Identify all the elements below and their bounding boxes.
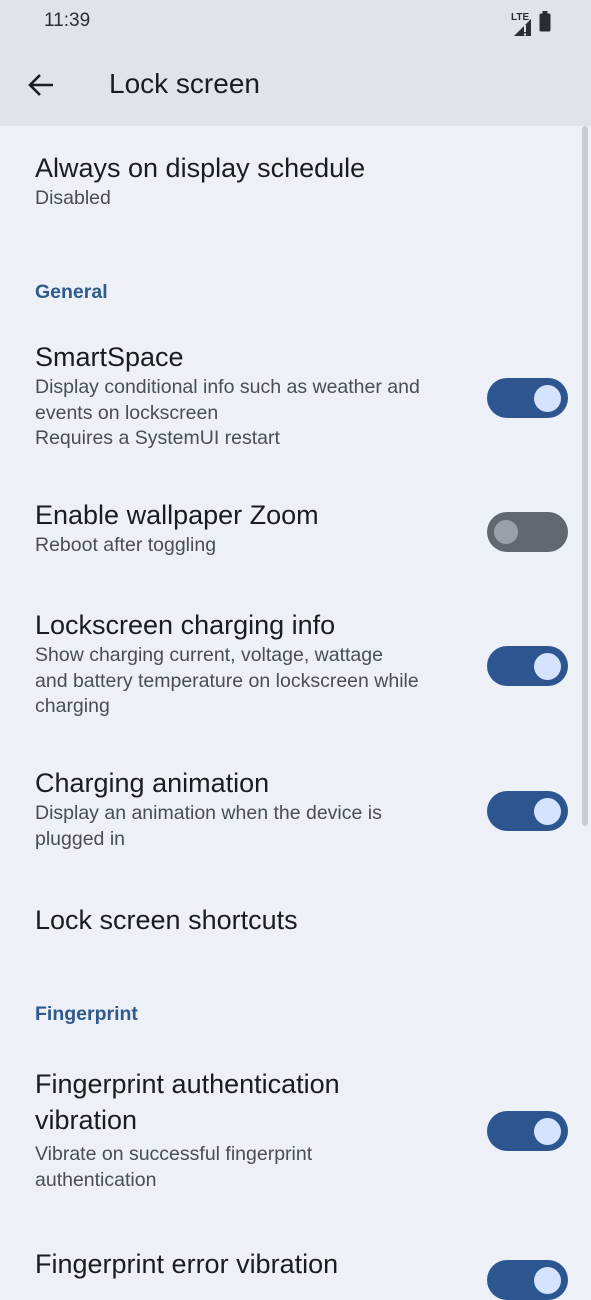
- setting-title: Fingerprint error vibration: [35, 1249, 339, 1279]
- status-time: 11:39: [44, 10, 91, 31]
- setting-wallpaper-zoom[interactable]: Enable wallpaper Zoom Reboot after toggl…: [35, 497, 555, 559]
- setting-lockscreen-charging-info[interactable]: Lockscreen charging info Show charging c…: [35, 607, 555, 720]
- setting-summary: Reboot after toggling: [35, 534, 217, 556]
- back-arrow-icon[interactable]: [26, 70, 56, 100]
- setting-lock-screen-shortcuts[interactable]: Lock screen shortcuts: [35, 902, 555, 938]
- setting-summary: Disabled: [35, 187, 111, 209]
- setting-charging-animation[interactable]: Charging animation Display an animation …: [35, 765, 555, 852]
- fingerprint-auth-vibration-toggle[interactable]: [487, 1111, 568, 1151]
- app-bar: Lock screen: [0, 46, 591, 126]
- setting-smartspace[interactable]: SmartSpace Display conditional info such…: [35, 339, 555, 452]
- setting-always-on-display-schedule[interactable]: Always on display schedule Disabled: [35, 150, 555, 212]
- setting-title: Lockscreen charging info: [35, 610, 336, 640]
- wallpaper-zoom-toggle[interactable]: [487, 512, 568, 552]
- setting-summary: Show charging current, voltage, wattage …: [35, 644, 419, 717]
- charging-info-toggle[interactable]: [487, 646, 568, 686]
- setting-title: Lock screen shortcuts: [35, 905, 298, 935]
- toggle-knob: [494, 520, 518, 544]
- setting-fingerprint-error-vibration[interactable]: Fingerprint error vibration: [35, 1246, 555, 1282]
- setting-title: Enable wallpaper Zoom: [35, 500, 319, 530]
- page-title: Lock screen: [109, 68, 260, 99]
- setting-title: Always on display schedule: [35, 153, 366, 183]
- smartspace-toggle[interactable]: [487, 378, 568, 418]
- section-header-general: General: [35, 281, 108, 303]
- toggle-knob: [534, 1267, 561, 1294]
- fingerprint-error-vibration-toggle[interactable]: [487, 1260, 568, 1300]
- scrollbar[interactable]: [582, 126, 588, 826]
- setting-title: SmartSpace: [35, 342, 184, 372]
- lte-signal-icon: LTE: [511, 12, 533, 37]
- setting-summary: Display an animation when the device is …: [35, 802, 382, 850]
- status-bar: 11:39 LTE: [0, 0, 591, 46]
- toggle-knob: [534, 653, 561, 680]
- toggle-knob: [534, 1118, 561, 1145]
- toggle-knob: [534, 798, 561, 825]
- setting-summary: Vibrate on successful fingerprint authen…: [35, 1143, 313, 1191]
- setting-summary: Display conditional info such as weather…: [35, 376, 420, 449]
- toggle-knob: [534, 385, 561, 412]
- status-icons: LTE: [511, 11, 551, 37]
- charging-animation-toggle[interactable]: [487, 791, 568, 831]
- setting-title: Fingerprint authentication vibration: [35, 1069, 340, 1135]
- setting-fingerprint-auth-vibration[interactable]: Fingerprint authentication vibration Vib…: [35, 1066, 555, 1193]
- section-header-fingerprint: Fingerprint: [35, 1003, 138, 1025]
- setting-title: Charging animation: [35, 768, 270, 798]
- battery-icon: [539, 11, 551, 37]
